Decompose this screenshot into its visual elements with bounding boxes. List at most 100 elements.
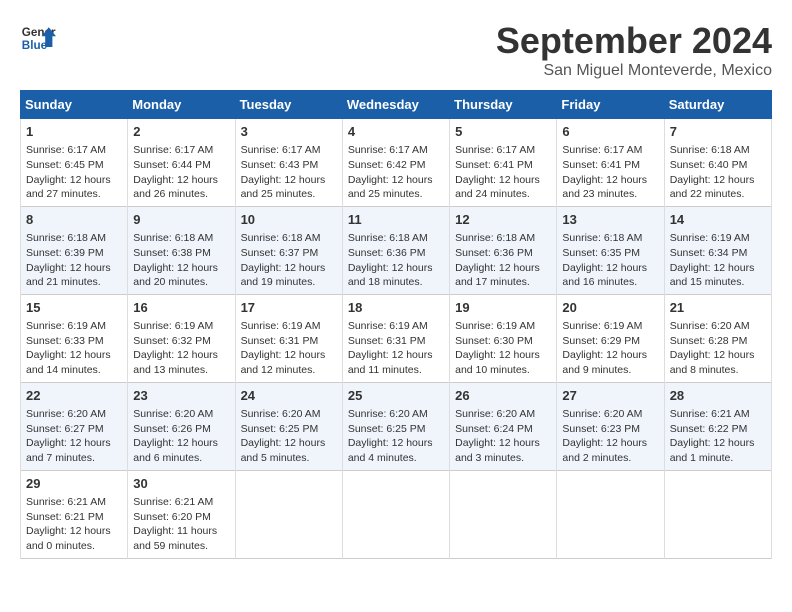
calendar-cell: 18 Sunrise: 6:19 AM Sunset: 6:31 PM Dayli…	[342, 294, 449, 382]
day-number: 15	[26, 299, 122, 317]
day-number: 3	[241, 123, 337, 141]
calendar-cell: 20Sunrise: 6:19 AM Sunset: 6:29 PM Dayli…	[557, 294, 664, 382]
calendar-cell: 17 Sunrise: 6:19 AM Sunset: 6:31 PM Dayli…	[235, 294, 342, 382]
day-number: 17	[241, 299, 337, 317]
day-info: Sunrise: 6:21 AM Sunset: 6:20 PM Dayligh…	[133, 495, 229, 554]
calendar-cell: 1 Sunrise: 6:17 AM Sunset: 6:45 PM Daylig…	[21, 119, 128, 207]
weekday-header-friday: Friday	[557, 91, 664, 119]
day-number: 9	[133, 211, 229, 229]
calendar-cell: 2 Sunrise: 6:17 AM Sunset: 6:44 PM Daylig…	[128, 119, 235, 207]
day-info: Sunrise: 6:20 AM Sunset: 6:25 PM Dayligh…	[348, 407, 444, 466]
day-number: 30	[133, 475, 229, 493]
day-info: Sunrise: 6:19 AM Sunset: 6:34 PM Dayligh…	[670, 231, 766, 290]
day-info: Sunrise: 6:20 AM Sunset: 6:23 PM Dayligh…	[562, 407, 658, 466]
day-info: Sunrise: 6:17 AM Sunset: 6:45 PM Dayligh…	[26, 143, 122, 202]
calendar-cell: 23Sunrise: 6:20 AM Sunset: 6:26 PM Dayli…	[128, 382, 235, 470]
calendar-week-4: 22 Sunrise: 6:20 AM Sunset: 6:27 PM Dayli…	[21, 382, 772, 470]
day-info: Sunrise: 6:17 AM Sunset: 6:43 PM Dayligh…	[241, 143, 337, 202]
svg-text:Blue: Blue	[22, 39, 48, 52]
calendar-week-2: 8Sunrise: 6:18 AM Sunset: 6:39 PM Daylig…	[21, 206, 772, 294]
logo: General Blue	[20, 20, 56, 56]
weekday-header-thursday: Thursday	[450, 91, 557, 119]
day-number: 11	[348, 211, 444, 229]
calendar-cell: 7 Sunrise: 6:18 AM Sunset: 6:40 PM Daylig…	[664, 119, 771, 207]
day-info: Sunrise: 6:20 AM Sunset: 6:27 PM Dayligh…	[26, 407, 122, 466]
day-info: Sunrise: 6:17 AM Sunset: 6:41 PM Dayligh…	[455, 143, 551, 202]
calendar-cell: 11 Sunrise: 6:18 AM Sunset: 6:36 PM Dayli…	[342, 206, 449, 294]
weekday-header-saturday: Saturday	[664, 91, 771, 119]
location-title: San Miguel Monteverde, Mexico	[496, 62, 772, 80]
calendar-cell: 14 Sunrise: 6:19 AM Sunset: 6:34 PM Dayli…	[664, 206, 771, 294]
day-info: Sunrise: 6:19 AM Sunset: 6:32 PM Dayligh…	[133, 319, 229, 378]
calendar-cell	[557, 470, 664, 558]
calendar-cell	[342, 470, 449, 558]
day-number: 21	[670, 299, 766, 317]
day-info: Sunrise: 6:17 AM Sunset: 6:44 PM Dayligh…	[133, 143, 229, 202]
calendar-cell: 22 Sunrise: 6:20 AM Sunset: 6:27 PM Dayli…	[21, 382, 128, 470]
day-info: Sunrise: 6:19 AM Sunset: 6:31 PM Dayligh…	[348, 319, 444, 378]
day-info: Sunrise: 6:21 AM Sunset: 6:21 PM Dayligh…	[26, 495, 122, 554]
day-number: 19	[455, 299, 551, 317]
calendar-week-5: 29Sunrise: 6:21 AM Sunset: 6:21 PM Dayli…	[21, 470, 772, 558]
day-info: Sunrise: 6:19 AM Sunset: 6:29 PM Dayligh…	[562, 319, 658, 378]
day-info: Sunrise: 6:20 AM Sunset: 6:25 PM Dayligh…	[241, 407, 337, 466]
calendar-cell: 3 Sunrise: 6:17 AM Sunset: 6:43 PM Daylig…	[235, 119, 342, 207]
day-info: Sunrise: 6:18 AM Sunset: 6:36 PM Dayligh…	[348, 231, 444, 290]
day-number: 22	[26, 387, 122, 405]
calendar-cell: 5 Sunrise: 6:17 AM Sunset: 6:41 PM Daylig…	[450, 119, 557, 207]
calendar-cell	[664, 470, 771, 558]
day-info: Sunrise: 6:18 AM Sunset: 6:38 PM Dayligh…	[133, 231, 229, 290]
day-info: Sunrise: 6:21 AM Sunset: 6:22 PM Dayligh…	[670, 407, 766, 466]
day-number: 23	[133, 387, 229, 405]
day-info: Sunrise: 6:17 AM Sunset: 6:42 PM Dayligh…	[348, 143, 444, 202]
calendar-cell: 26 Sunrise: 6:20 AM Sunset: 6:24 PM Dayli…	[450, 382, 557, 470]
calendar-cell: 27 Sunrise: 6:20 AM Sunset: 6:23 PM Dayli…	[557, 382, 664, 470]
calendar-cell	[235, 470, 342, 558]
logo-icon: General Blue	[20, 20, 56, 56]
weekday-header-monday: Monday	[128, 91, 235, 119]
calendar-cell: 6 Sunrise: 6:17 AM Sunset: 6:41 PM Daylig…	[557, 119, 664, 207]
day-number: 4	[348, 123, 444, 141]
calendar-cell: 19Sunrise: 6:19 AM Sunset: 6:30 PM Dayli…	[450, 294, 557, 382]
day-info: Sunrise: 6:18 AM Sunset: 6:40 PM Dayligh…	[670, 143, 766, 202]
title-area: September 2024 San Miguel Monteverde, Me…	[496, 20, 772, 80]
day-number: 18	[348, 299, 444, 317]
day-number: 6	[562, 123, 658, 141]
calendar-week-1: 1 Sunrise: 6:17 AM Sunset: 6:45 PM Daylig…	[21, 119, 772, 207]
calendar-cell: 9 Sunrise: 6:18 AM Sunset: 6:38 PM Daylig…	[128, 206, 235, 294]
calendar-cell: 24Sunrise: 6:20 AM Sunset: 6:25 PM Dayli…	[235, 382, 342, 470]
calendar-cell: 28 Sunrise: 6:21 AM Sunset: 6:22 PM Dayli…	[664, 382, 771, 470]
calendar-cell: 25 Sunrise: 6:20 AM Sunset: 6:25 PM Dayli…	[342, 382, 449, 470]
day-info: Sunrise: 6:20 AM Sunset: 6:24 PM Dayligh…	[455, 407, 551, 466]
calendar-cell: 21Sunrise: 6:20 AM Sunset: 6:28 PM Dayli…	[664, 294, 771, 382]
day-info: Sunrise: 6:17 AM Sunset: 6:41 PM Dayligh…	[562, 143, 658, 202]
day-number: 27	[562, 387, 658, 405]
day-number: 14	[670, 211, 766, 229]
day-number: 2	[133, 123, 229, 141]
calendar-cell: 8Sunrise: 6:18 AM Sunset: 6:39 PM Daylig…	[21, 206, 128, 294]
calendar-cell: 13Sunrise: 6:18 AM Sunset: 6:35 PM Dayli…	[557, 206, 664, 294]
day-number: 16	[133, 299, 229, 317]
month-title: September 2024	[496, 20, 772, 62]
day-number: 1	[26, 123, 122, 141]
day-info: Sunrise: 6:19 AM Sunset: 6:31 PM Dayligh…	[241, 319, 337, 378]
day-number: 25	[348, 387, 444, 405]
day-number: 26	[455, 387, 551, 405]
calendar-cell: 12 Sunrise: 6:18 AM Sunset: 6:36 PM Dayli…	[450, 206, 557, 294]
calendar-cell: 16 Sunrise: 6:19 AM Sunset: 6:32 PM Dayli…	[128, 294, 235, 382]
day-number: 7	[670, 123, 766, 141]
calendar-cell: 15Sunrise: 6:19 AM Sunset: 6:33 PM Dayli…	[21, 294, 128, 382]
calendar-cell	[450, 470, 557, 558]
day-info: Sunrise: 6:18 AM Sunset: 6:36 PM Dayligh…	[455, 231, 551, 290]
day-info: Sunrise: 6:18 AM Sunset: 6:37 PM Dayligh…	[241, 231, 337, 290]
calendar-cell: 30 Sunrise: 6:21 AM Sunset: 6:20 PM Dayli…	[128, 470, 235, 558]
weekday-header-sunday: Sunday	[21, 91, 128, 119]
day-number: 28	[670, 387, 766, 405]
day-info: Sunrise: 6:18 AM Sunset: 6:39 PM Dayligh…	[26, 231, 122, 290]
calendar-cell: 10Sunrise: 6:18 AM Sunset: 6:37 PM Dayli…	[235, 206, 342, 294]
header: General Blue September 2024 San Miguel M…	[20, 20, 772, 80]
day-number: 12	[455, 211, 551, 229]
weekday-header-tuesday: Tuesday	[235, 91, 342, 119]
day-number: 5	[455, 123, 551, 141]
calendar-cell: 4 Sunrise: 6:17 AM Sunset: 6:42 PM Daylig…	[342, 119, 449, 207]
